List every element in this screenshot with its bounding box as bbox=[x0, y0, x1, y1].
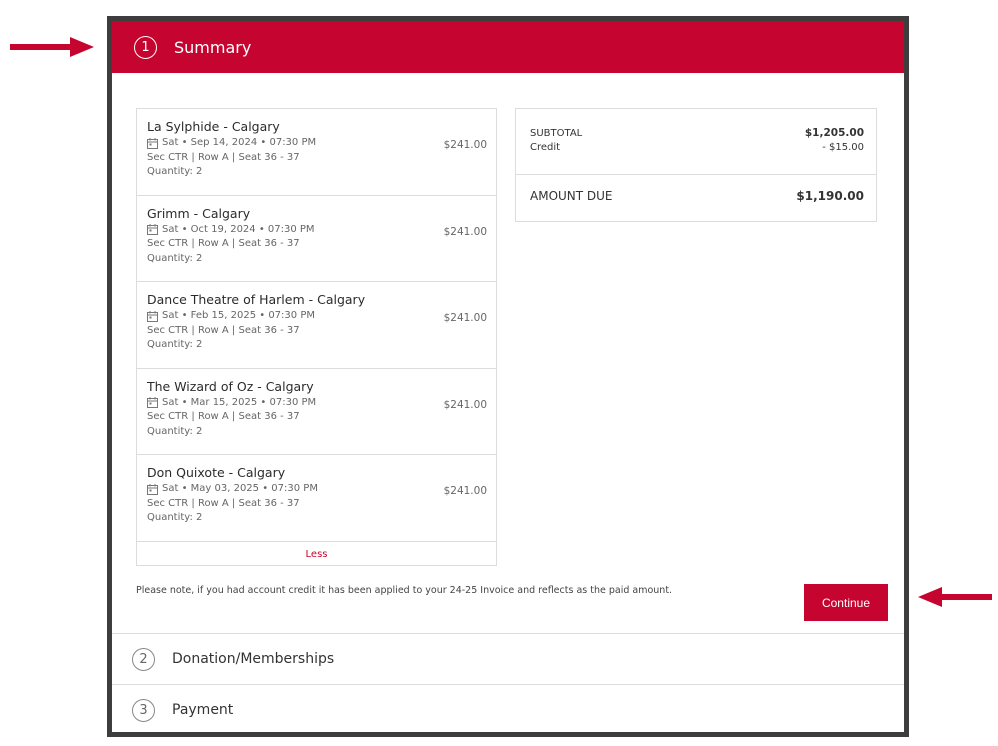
calendar-icon bbox=[147, 310, 158, 322]
order-item: Don Quixote - Calgary Sat • May 03, 2025… bbox=[137, 455, 496, 542]
order-list: La Sylphide - Calgary Sat • Sep 14, 2024… bbox=[136, 108, 497, 566]
subtotal-label: SUBTOTAL bbox=[530, 128, 583, 139]
event-date: Sat • Sep 14, 2024 • 07:30 PM bbox=[162, 137, 317, 148]
quantity: Quantity: 2 bbox=[147, 339, 203, 350]
event-title: La Sylphide - Calgary bbox=[147, 119, 280, 134]
order-item: La Sylphide - Calgary Sat • Sep 14, 2024… bbox=[137, 109, 496, 196]
less-link[interactable]: Less bbox=[137, 542, 496, 567]
credit-label: Credit bbox=[530, 141, 561, 153]
event-title: Grimm - Calgary bbox=[147, 205, 251, 221]
item-price: $241.00 bbox=[443, 225, 487, 238]
item-price: $241.00 bbox=[443, 398, 487, 411]
calendar-icon bbox=[147, 397, 158, 409]
event-date: Sat • Feb 15, 2025 • 07:30 PM bbox=[162, 310, 315, 321]
quantity: Quantity: 2 bbox=[147, 166, 203, 177]
step-title: Summary bbox=[174, 37, 252, 57]
calendar-icon bbox=[147, 137, 158, 149]
item-price: $241.00 bbox=[443, 485, 487, 497]
arrow-left-icon bbox=[918, 587, 992, 607]
credit-note: Please note, if you had account credit i… bbox=[136, 585, 673, 596]
continue-button[interactable]: Continue bbox=[804, 584, 888, 621]
event-title: Dance Theatre of Harlem - Calgary bbox=[147, 292, 366, 307]
order-item: Grimm - Calgary Sat • Oct 19, 2024 • 07:… bbox=[137, 196, 496, 282]
seat-info: Sec CTR | Row A | Seat 36 - 37 bbox=[147, 238, 300, 249]
step-title: Donation/Memberships bbox=[172, 651, 335, 667]
step-donation-memberships[interactable]: 2 Donation/Memberships bbox=[112, 633, 904, 684]
item-price: $241.00 bbox=[443, 312, 487, 324]
summary-step-header[interactable]: 1 Summary bbox=[112, 21, 904, 73]
quantity: Quantity: 2 bbox=[147, 252, 203, 264]
amount-due-value: $1,190.00 bbox=[796, 189, 864, 203]
event-date: Sat • Mar 15, 2025 • 07:30 PM bbox=[162, 396, 317, 408]
subtotal-value: $1,205.00 bbox=[804, 127, 864, 139]
order-item: The Wizard of Oz - Calgary Sat • Mar 15,… bbox=[137, 369, 496, 455]
step-number-badge: 1 bbox=[134, 35, 157, 59]
checkout-panel: 1 Summary La Sylphide - Calgary Sat • Se… bbox=[107, 16, 909, 737]
order-item: Dance Theatre of Harlem - Calgary Sat • … bbox=[137, 282, 496, 369]
order-totals: SUBTOTAL $1,205.00 Credit - $15.00 AMOUN… bbox=[515, 108, 877, 222]
amount-due-label: AMOUNT DUE bbox=[530, 189, 613, 203]
calendar-icon bbox=[147, 483, 158, 495]
credit-value: - $15.00 bbox=[822, 141, 864, 153]
quantity: Quantity: 2 bbox=[147, 425, 203, 437]
event-title: The Wizard of Oz - Calgary bbox=[147, 378, 314, 394]
seat-info: Sec CTR | Row A | Seat 36 - 37 bbox=[147, 324, 300, 336]
event-date: Sat • Oct 19, 2024 • 07:30 PM bbox=[162, 223, 315, 235]
step-payment[interactable]: 3 Payment bbox=[112, 684, 904, 735]
arrow-right-icon bbox=[10, 37, 94, 57]
seat-info: Sec CTR | Row A | Seat 36 - 37 bbox=[147, 151, 300, 163]
event-title: Don Quixote - Calgary bbox=[147, 465, 286, 480]
quantity: Quantity: 2 bbox=[147, 512, 203, 523]
event-date: Sat • May 03, 2025 • 07:30 PM bbox=[162, 483, 318, 494]
calendar-icon bbox=[147, 224, 158, 236]
step-title: Payment bbox=[172, 702, 234, 718]
item-price: $241.00 bbox=[443, 139, 487, 151]
step-number-badge: 2 bbox=[132, 647, 155, 671]
seat-info: Sec CTR | Row A | Seat 36 - 37 bbox=[147, 411, 300, 422]
step-number-badge: 3 bbox=[132, 698, 155, 722]
seat-info: Sec CTR | Row A | Seat 36 - 37 bbox=[147, 497, 300, 509]
